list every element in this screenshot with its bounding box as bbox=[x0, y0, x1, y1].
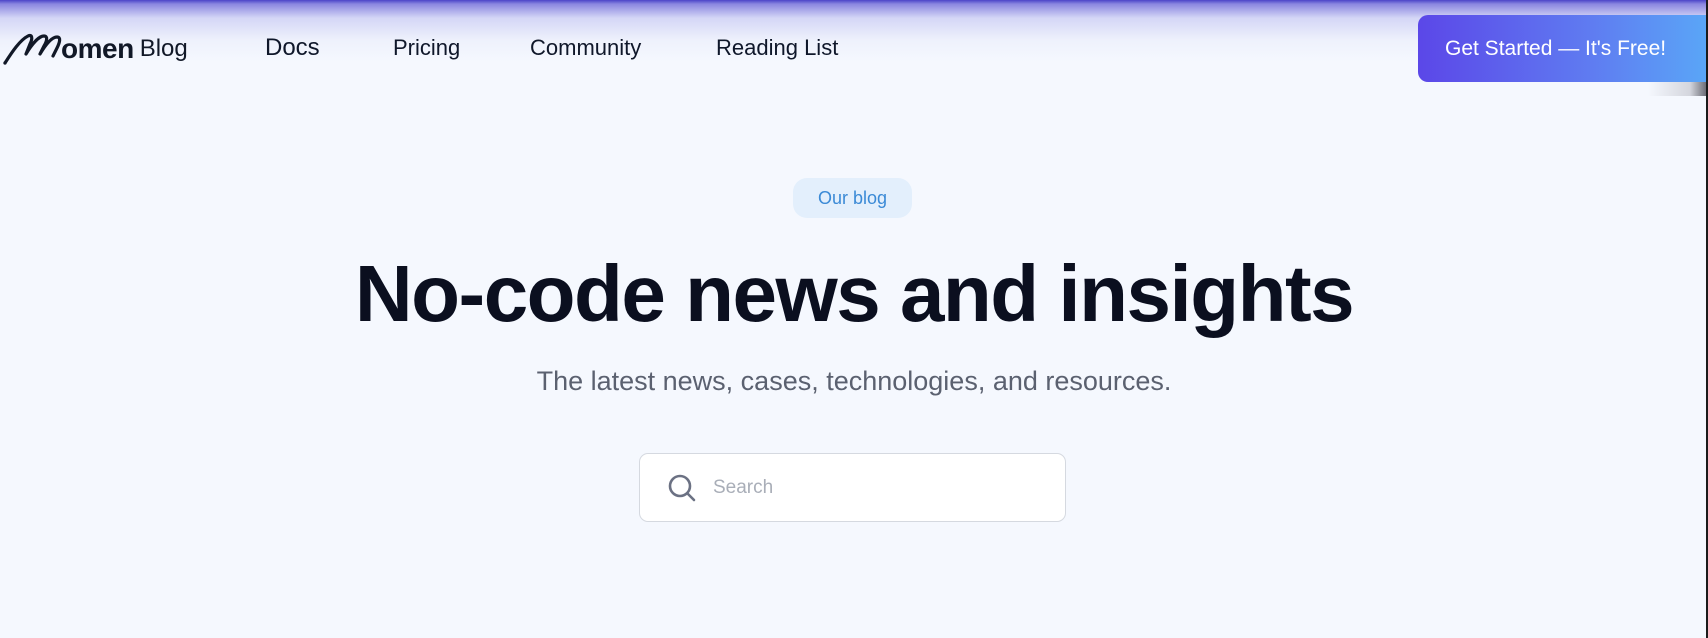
logo-wordmark: omen bbox=[61, 33, 134, 64]
blog-badge: Our blog bbox=[793, 178, 912, 218]
nav-link-reading-list[interactable]: Reading List bbox=[716, 34, 838, 62]
nav-link-community[interactable]: Community bbox=[530, 34, 641, 62]
nav-link-docs[interactable]: Docs bbox=[265, 34, 320, 62]
page-subtitle: The latest news, cases, technologies, an… bbox=[536, 366, 1172, 396]
search-input[interactable] bbox=[711, 475, 1015, 500]
momen-logo-icon bbox=[3, 33, 62, 65]
logo-link[interactable]: omen Blog bbox=[2, 30, 188, 66]
get-started-button[interactable]: Get Started — It's Free! bbox=[1418, 15, 1708, 82]
nav-link-pricing[interactable]: Pricing bbox=[393, 34, 460, 62]
search-box[interactable] bbox=[639, 453, 1066, 522]
top-navigation: omen Blog Docs Pricing Community Reading… bbox=[0, 0, 1708, 96]
logo-product-name: Blog bbox=[139, 35, 188, 62]
page-title: No-code news and insights bbox=[354, 249, 1355, 338]
search-icon bbox=[668, 474, 696, 501]
